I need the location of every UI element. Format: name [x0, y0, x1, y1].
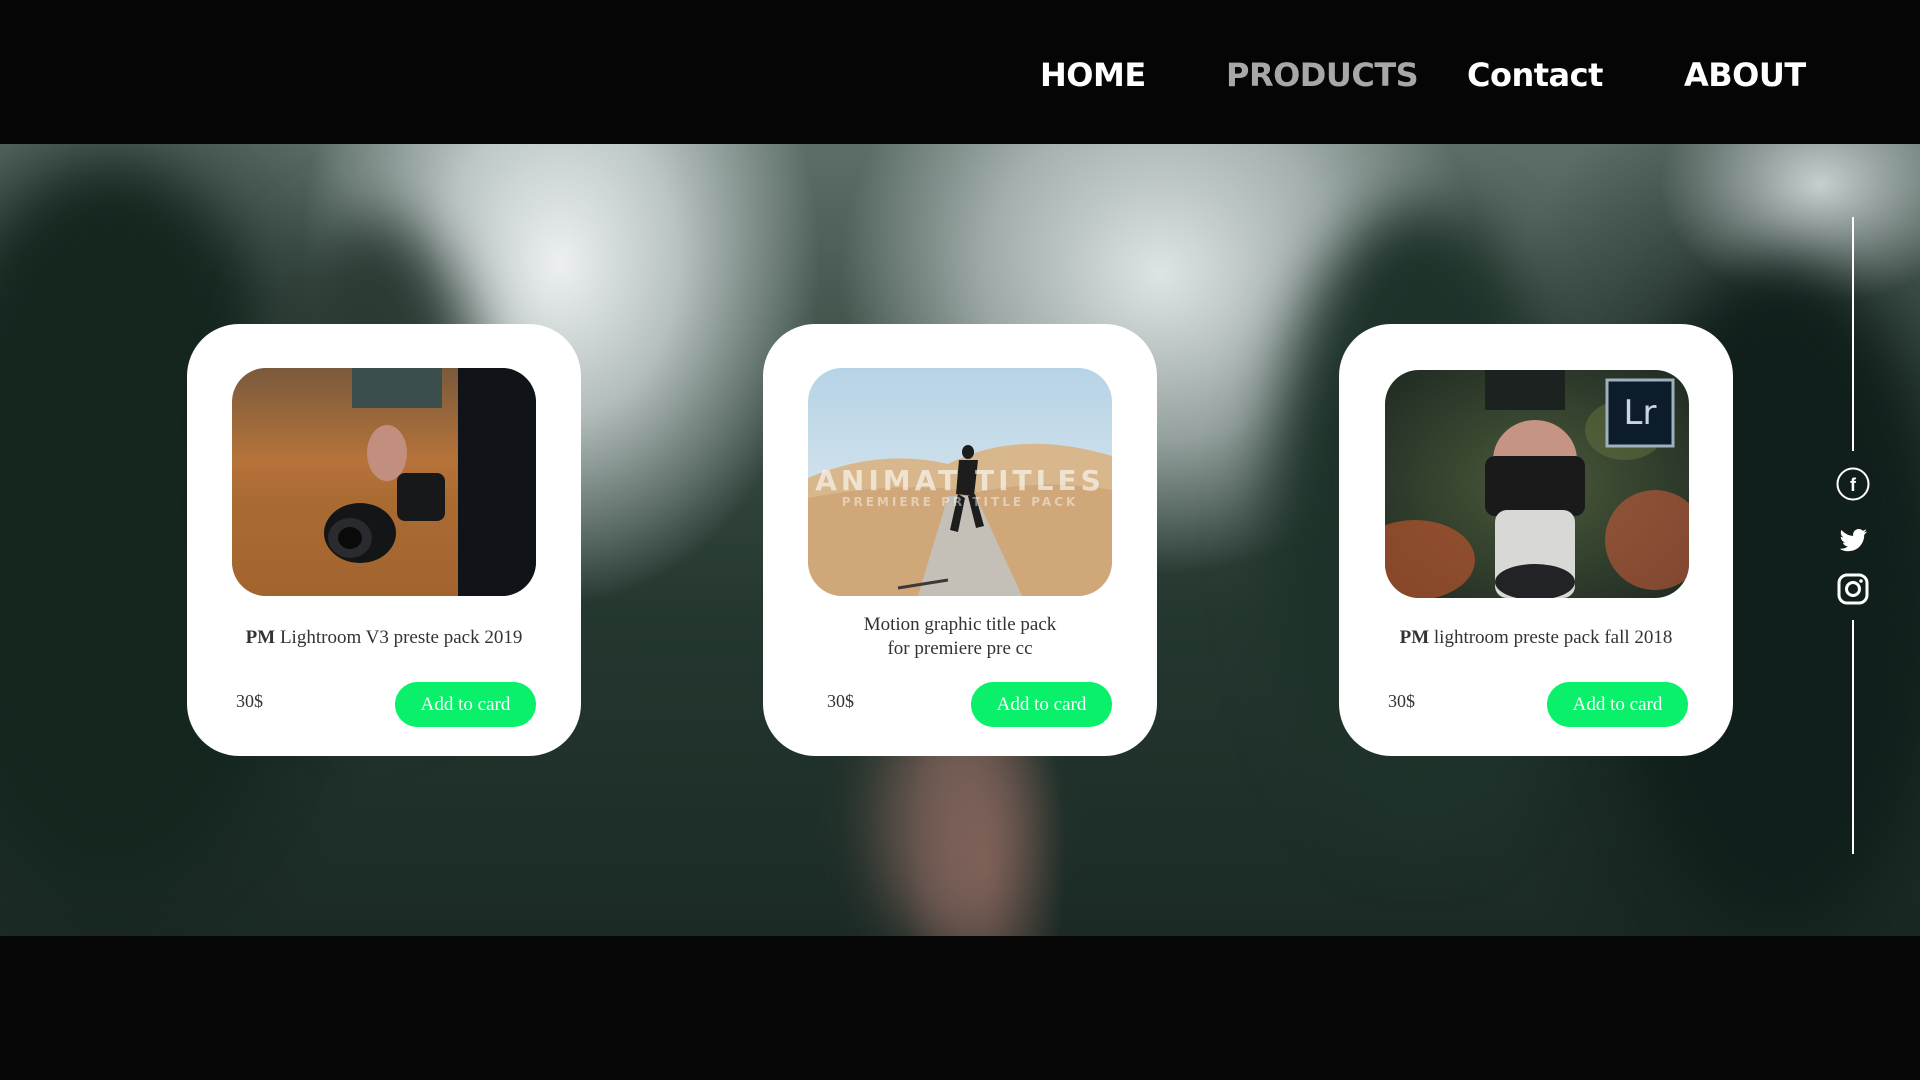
products-page: HOME PRODUCTS Contact ABOUT PM Lightroom… [0, 0, 1920, 1080]
image-overlay-subtitle: PREMIERE PR TITLE PACK [842, 495, 1079, 509]
product-price: 30$ [236, 691, 263, 711]
add-to-card-button[interactable]: Add to card [971, 682, 1112, 727]
product-card: Lr PM lightroom preste pack fall 2018 30… [1339, 324, 1733, 756]
product-image-camera-leaves: Lr [1385, 370, 1689, 598]
twitter-icon[interactable] [1836, 523, 1870, 557]
product-image-desert-jump: ANIMAT TITLES PREMIERE PR TITLE PACK [808, 368, 1112, 596]
product-name: Lightroom V3 preste pack 2019 [279, 627, 523, 648]
nav-contact[interactable]: Contact [1467, 50, 1603, 100]
product-card: ANIMAT TITLES PREMIERE PR TITLE PACK Mot… [763, 324, 1157, 756]
product-brand: PM [1399, 627, 1430, 648]
facebook-icon[interactable]: f [1836, 467, 1870, 501]
product-price: 30$ [827, 691, 854, 711]
add-to-card-button[interactable]: Add to card [1547, 682, 1688, 727]
nav-home[interactable]: HOME [1040, 50, 1146, 100]
product-title-line-2: for premiere pre cc [887, 638, 1033, 659]
product-price: 30$ [1388, 691, 1415, 711]
product-title: PM Lightroom V3 preste pack 2019 [207, 626, 561, 650]
top-navigation: HOME PRODUCTS Contact ABOUT [0, 0, 1920, 144]
svg-text:f: f [1850, 475, 1857, 495]
footer-band [0, 936, 1920, 1080]
product-title: Motion graphic title pack for premiere p… [783, 613, 1137, 661]
nav-products[interactable]: PRODUCTS [1226, 50, 1419, 100]
product-title-line-1: Motion graphic title pack [863, 614, 1057, 635]
social-rail-line-bottom [1852, 620, 1854, 854]
nav-about[interactable]: ABOUT [1684, 50, 1806, 100]
social-rail-line-top [1852, 217, 1854, 451]
instagram-icon[interactable] [1836, 572, 1870, 606]
product-brand: PM [245, 627, 276, 648]
product-name: lightroom preste pack fall 2018 [1433, 627, 1673, 648]
product-title: PM lightroom preste pack fall 2018 [1359, 626, 1713, 650]
product-image-camera-field [232, 368, 536, 596]
lightroom-badge-icon: Lr [1624, 393, 1657, 433]
add-to-card-button[interactable]: Add to card [395, 682, 536, 727]
product-card: PM Lightroom V3 preste pack 2019 30$ Add… [187, 324, 581, 756]
image-overlay-title: ANIMAT TITLES [815, 464, 1104, 497]
